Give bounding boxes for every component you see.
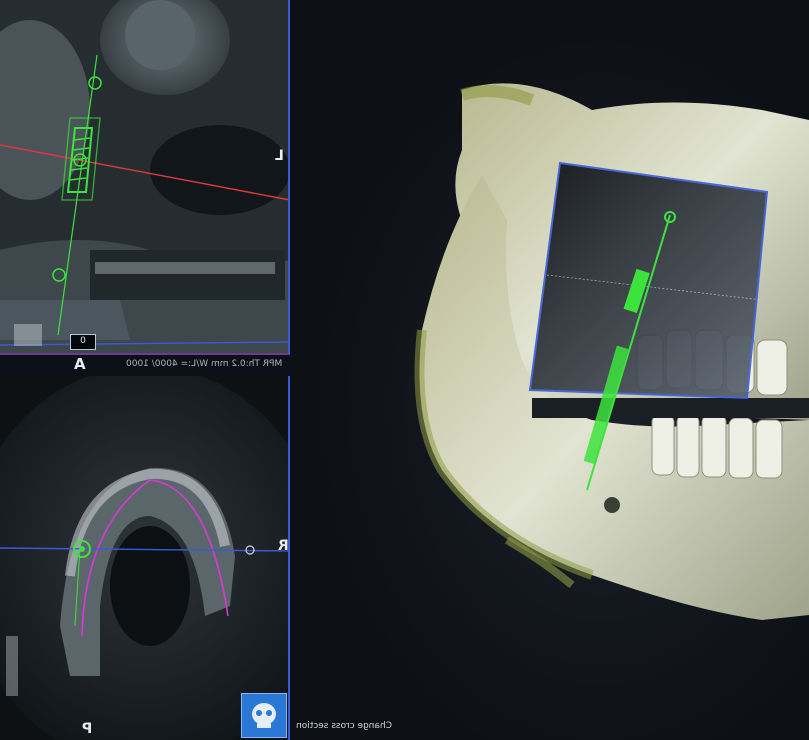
orientation-label-anterior: A — [74, 355, 86, 373]
cross-section-view[interactable]: L 0 — [0, 0, 290, 355]
axial-view[interactable]: R P — [0, 376, 290, 740]
status-bar: A MPR Th:0.2 mm W/L:= 4000/ 1000 — [0, 355, 290, 376]
mpr-status-text: MPR Th:0.2 mm W/L:= 4000/ 1000 — [125, 359, 282, 369]
orientation-label-right: R — [278, 538, 289, 554]
orientation-label-posterior: P — [82, 721, 93, 737]
skull-icon — [252, 703, 276, 728]
slice-value-box[interactable]: 0 — [70, 334, 96, 350]
change-cross-section-label[interactable]: Change cross section — [296, 721, 392, 731]
cross-section-image — [0, 0, 288, 353]
3d-render-view[interactable] — [292, 0, 809, 740]
3d-skull-render — [414, 83, 809, 620]
skull-thumbnail-icon[interactable] — [241, 693, 287, 738]
axial-image — [0, 376, 288, 740]
orientation-label-left: L — [275, 148, 284, 164]
